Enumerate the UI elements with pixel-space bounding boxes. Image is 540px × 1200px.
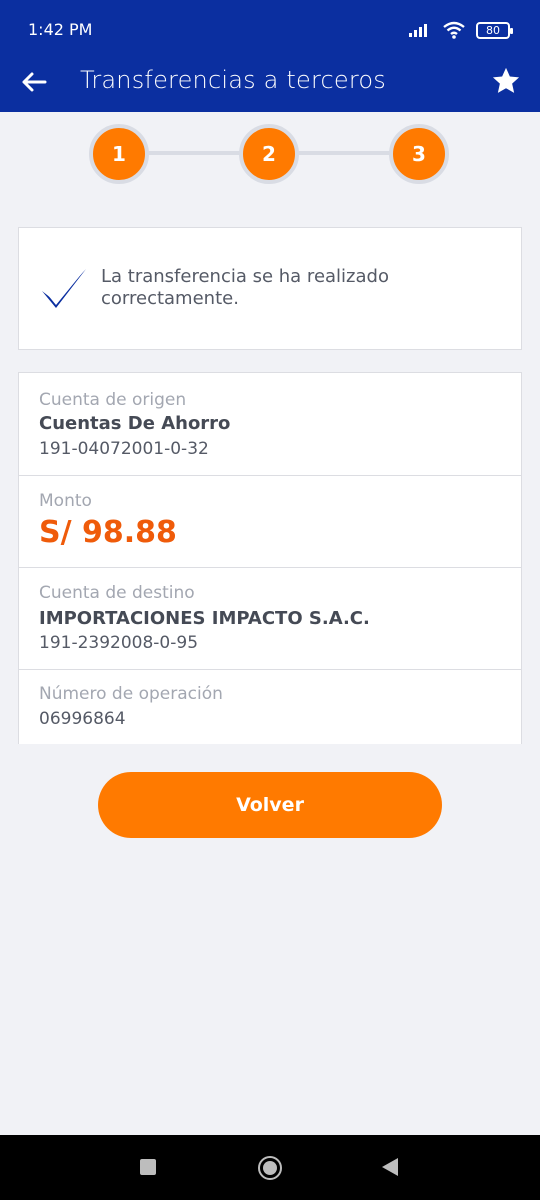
status-icons: 80 [408, 21, 513, 39]
home-icon[interactable] [258, 1156, 282, 1180]
step-connector [298, 151, 392, 155]
volver-button[interactable]: Volver [98, 772, 442, 838]
destination-account-name: IMPORTACIONES IMPACTO S.A.C. [39, 608, 370, 629]
destination-account-label: Cuenta de destino [39, 583, 195, 603]
origin-account-name: Cuentas De Ahorro [39, 413, 231, 434]
system-nav-bar [0, 1135, 540, 1200]
operation-number-row: Número de operación 06996864 [19, 670, 521, 744]
step-connector [148, 151, 242, 155]
system-back-icon[interactable] [382, 1158, 398, 1176]
destination-account-number: 191-2392008-0-95 [39, 633, 199, 653]
star-icon [492, 67, 520, 93]
step-1: 1 [89, 124, 149, 184]
page-title: Transferencias a terceros [80, 66, 386, 94]
status-bar: 1:42 PM 80 [0, 0, 540, 56]
amount-row: Monto S/ 98.88 [19, 476, 521, 568]
app-bar: Transferencias a terceros [0, 56, 540, 112]
transfer-details-card: Cuenta de origen Cuentas De Ahorro 191-0… [18, 372, 522, 744]
origin-account-row: Cuenta de origen Cuentas De Ahorro 191-0… [19, 373, 521, 476]
wifi-icon [443, 21, 465, 39]
favorite-button[interactable] [490, 65, 522, 97]
back-button[interactable] [18, 66, 50, 98]
operation-number-value: 06996864 [39, 709, 126, 729]
amount-label: Monto [39, 491, 92, 511]
status-time: 1:42 PM [28, 20, 93, 39]
operation-number-label: Número de operación [39, 684, 223, 704]
step-3: 3 [389, 124, 449, 184]
signal-icon [409, 24, 427, 37]
origin-account-label: Cuenta de origen [39, 390, 187, 410]
battery-icon: 80 [476, 21, 513, 39]
amount-value: S/ 98.88 [39, 515, 177, 550]
arrow-left-icon [22, 72, 47, 92]
check-icon [42, 269, 86, 308]
success-card: La transferencia se ha realizado correct… [18, 227, 522, 350]
step-2: 2 [239, 124, 299, 184]
success-message: La transferencia se ha realizado correct… [101, 266, 389, 309]
recents-icon[interactable] [140, 1159, 156, 1175]
origin-account-number: 191-04072001-0-32 [39, 439, 209, 459]
destination-account-row: Cuenta de destino IMPORTACIONES IMPACTO … [19, 568, 521, 670]
